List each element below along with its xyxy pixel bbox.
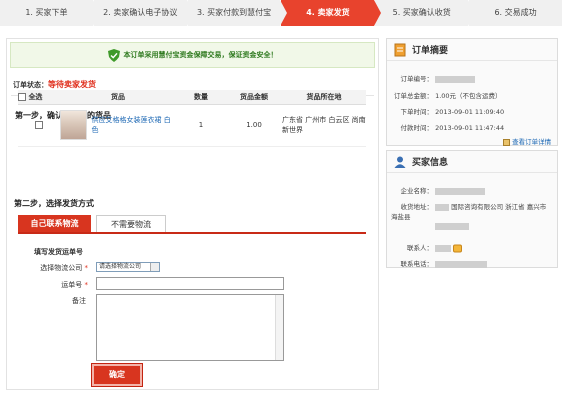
step-5: 5. 买家确认收货 (375, 0, 476, 26)
detail-icon (503, 138, 510, 146)
order-time-row: 下单时间： 2013-09-01 11:09:40 (391, 106, 505, 116)
pay-time-label: 付款时间： (400, 124, 434, 132)
step-1: 1. 买家下单 (0, 0, 100, 26)
company-label-text: 选择物流公司 (40, 264, 83, 272)
tab-no-logistics[interactable]: 不需要物流 (96, 215, 166, 232)
order-summary-header: 订单摘要 (387, 39, 557, 61)
confirm-button[interactable]: 确定 (91, 363, 143, 387)
phone-row: 联系电话： (391, 258, 488, 268)
select-all-header: 全选 (18, 90, 60, 105)
location-cell: 广东省 广州市 白云区 尚南新世界 (282, 104, 366, 147)
remark-label: 备注 (72, 297, 86, 305)
status-label: 订单状态： (13, 81, 48, 89)
waybill-label-text: 运单号 (61, 281, 83, 289)
step-2: 2. 卖家确认电子协议 (93, 0, 194, 26)
amount-header: 货品金额 (226, 90, 282, 105)
waybill-label: 运单号 * (61, 281, 88, 289)
total-label: 订单总金额： (394, 92, 433, 100)
total-value: 1.00元（不包含运费） (435, 92, 502, 100)
row-select-cell (18, 104, 60, 147)
qty-cell: 1 (176, 104, 226, 147)
order-summary-panel: 订单摘要 订单编号： 订单总金额： 1.00元（不包含运费） 下单时间： 201… (386, 38, 558, 146)
redacted-contact (435, 244, 452, 252)
company-label: 选择物流公司 * (40, 264, 88, 272)
step-label: 5. 买家确认收货 (392, 8, 451, 17)
waybill-form-title: 填写发货运单号 (34, 248, 83, 256)
tab-self-logistics[interactable]: 自己联系物流 (18, 215, 91, 232)
order-time-value: 2013-09-01 11:09:40 (435, 108, 505, 116)
order-summary-title: 订单摘要 (412, 46, 449, 56)
shipping-method-tabs: 自己联系物流 不需要物流 (18, 215, 366, 234)
step-6: 6. 交易成功 (469, 0, 563, 26)
amount-cell: 1.00 (226, 104, 282, 147)
row-checkbox[interactable] (35, 121, 43, 129)
step-label: 2. 卖家确认电子协议 (103, 8, 178, 17)
view-order-detail-link[interactable]: 查看订单详情 (503, 136, 551, 146)
step-label: 3. 买家付款到慧付宝 (196, 8, 272, 17)
logistics-company-select[interactable]: 请选择物流公司 (96, 262, 160, 272)
step-4-active: 4. 卖家发货 (281, 0, 382, 26)
goods-table: 全选 货品 数量 货品金额 货品所在地 供应艾格格女装莲衣裙 白色 1 1.00… (18, 90, 366, 147)
step-label: 1. 买家下单 (25, 8, 68, 17)
waybill-input[interactable] (96, 277, 284, 290)
step-label: 4. 卖家发货 (306, 8, 350, 17)
scrollbar[interactable] (275, 295, 283, 360)
table-row: 供应艾格格女装莲衣裙 白色 1 1.00 广东省 广州市 白云区 尚南新世界 (18, 104, 366, 147)
goods-header: 货品 (60, 90, 176, 105)
redacted-order-no (435, 75, 476, 83)
buyer-info-title: 买家信息 (412, 158, 449, 168)
redacted-company (435, 187, 486, 195)
chevron-down-icon (150, 263, 159, 271)
location-header: 货品所在地 (282, 90, 366, 105)
user-icon (394, 156, 406, 168)
redacted-phone (435, 260, 488, 268)
pay-time-row: 付款时间： 2013-09-01 11:47:44 (391, 122, 505, 132)
pay-time-value: 2013-09-01 11:47:44 (435, 124, 505, 132)
remark-textarea[interactable] (96, 294, 284, 361)
redacted-address (435, 203, 449, 211)
select-value: 请选择物流公司 (99, 263, 142, 270)
company-row: 企业名称： (391, 185, 486, 195)
shield-check-icon (107, 48, 120, 62)
document-icon (394, 43, 406, 56)
step-3: 3. 买家付款到慧付宝 (187, 0, 288, 26)
goods-cell: 供应艾格格女装莲衣裙 白色 (60, 104, 176, 147)
buyer-info-header: 买家信息 (387, 151, 557, 173)
select-all-checkbox[interactable] (18, 92, 26, 101)
order-status: 订单状态：等待卖家发货 (13, 79, 96, 90)
company-name-label: 企业名称： (400, 187, 434, 195)
select-all-label: 全选 (28, 92, 43, 101)
contact-chat-icon[interactable] (453, 244, 463, 253)
step2-title: 第二步，选择发货方式 (14, 199, 94, 208)
redacted-address-2 (435, 223, 469, 230)
contact-row: 联系人： (391, 242, 463, 253)
product-thumbnail[interactable] (60, 110, 88, 140)
buyer-info-panel: 买家信息 企业名称： 收货地址： 国际咨询有限公司 浙江省 嘉兴市 海盐县 联系… (386, 150, 558, 268)
address-label: 收货地址： (400, 203, 434, 211)
status-value: 等待卖家发货 (48, 80, 96, 89)
phone-label: 联系电话： (400, 260, 434, 268)
detail-link-text: 查看订单详情 (512, 138, 552, 146)
progress-steps: 1. 买家下单 2. 卖家确认电子协议 3. 买家付款到慧付宝 4. 卖家发货 … (0, 0, 563, 26)
product-name-link[interactable]: 供应艾格格女装莲衣裙 白色 (91, 115, 176, 135)
qty-header: 数量 (176, 90, 226, 105)
total-row: 订单总金额： 1.00元（不包含运费） (391, 90, 502, 100)
contact-label: 联系人： (407, 244, 433, 252)
order-time-label: 下单时间： (400, 108, 434, 116)
order-no-row: 订单编号： (391, 73, 476, 83)
safe-notice-bar: 本订单采用慧付宝资金保障交易，保证资金安全！ (10, 42, 375, 68)
address-row: 收货地址： 国际咨询有限公司 浙江省 嘉兴市 海盐县 (391, 201, 551, 230)
safe-notice-text: 本订单采用慧付宝资金保障交易，保证资金安全！ (123, 51, 278, 59)
step-label: 6. 交易成功 (494, 8, 537, 17)
order-no-label: 订单编号： (400, 75, 434, 83)
